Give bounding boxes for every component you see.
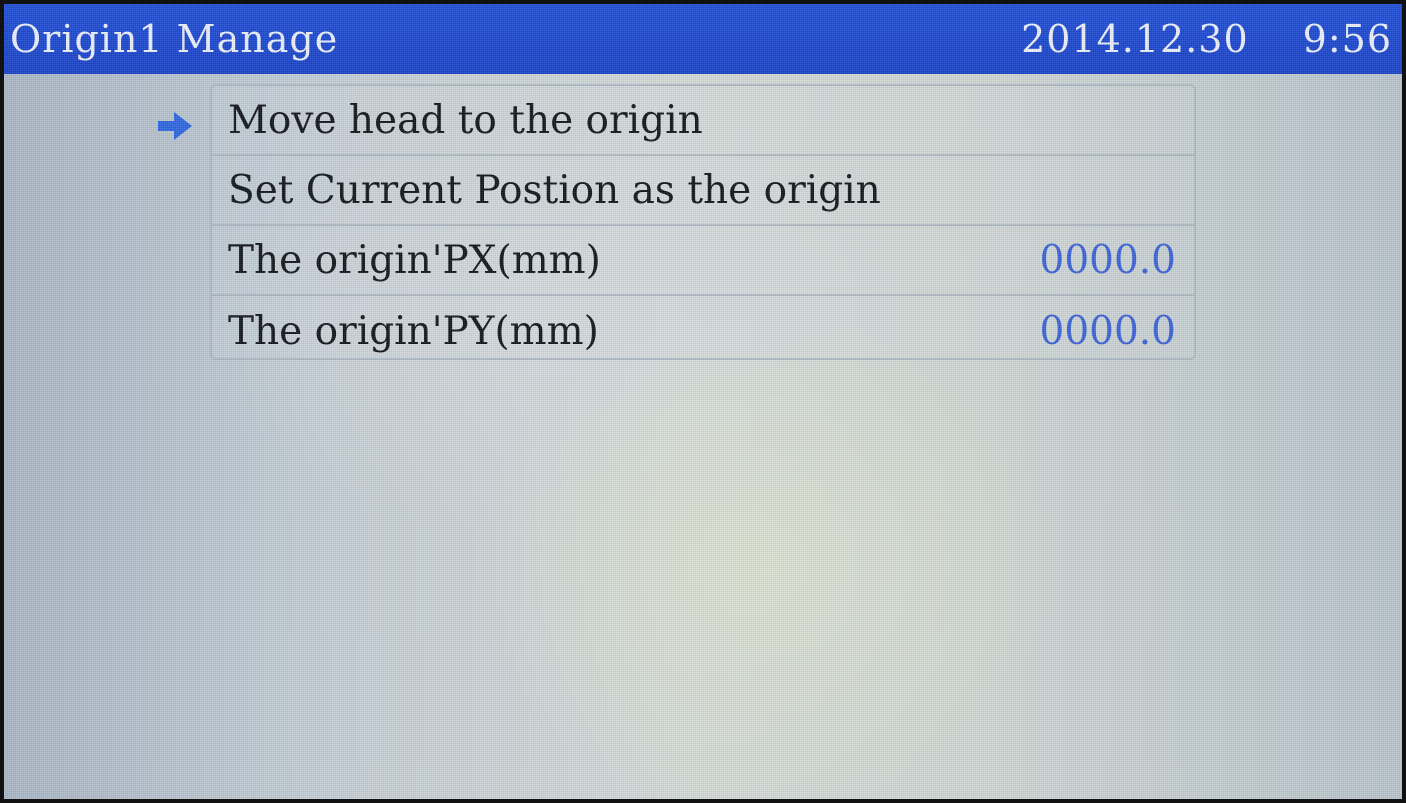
status-datetime: 2014.12.30 9:56 [1021,17,1392,61]
menu-item-origin-px[interactable]: The origin'PX(mm) 0000.0 [212,226,1194,296]
menu-item-origin-py[interactable]: The origin'PY(mm) 0000.0 [212,296,1194,366]
menu-item-label: Set Current Postion as the origin [228,167,881,213]
origin-py-value[interactable]: 0000.0 [1040,309,1176,354]
arrow-right-icon [158,112,192,140]
menu-item-label: The origin'PY(mm) [228,308,599,354]
menu-item-move-head[interactable]: Move head to the origin [212,86,1194,156]
origin-menu: Move head to the origin Set Current Post… [210,84,1196,360]
menu-item-label: Move head to the origin [228,97,703,143]
menu-item-set-origin[interactable]: Set Current Postion as the origin [212,156,1194,226]
page-title: Origin1 Manage [10,17,339,61]
title-bar: Origin1 Manage 2014.12.30 9:56 [4,4,1402,74]
date-display: 2014.12.30 [1021,17,1249,61]
menu-item-label: The origin'PX(mm) [228,237,601,283]
time-display: 9:56 [1302,17,1392,61]
lcd-screen: Origin1 Manage 2014.12.30 9:56 Move head… [4,4,1402,799]
origin-px-value[interactable]: 0000.0 [1040,238,1176,283]
